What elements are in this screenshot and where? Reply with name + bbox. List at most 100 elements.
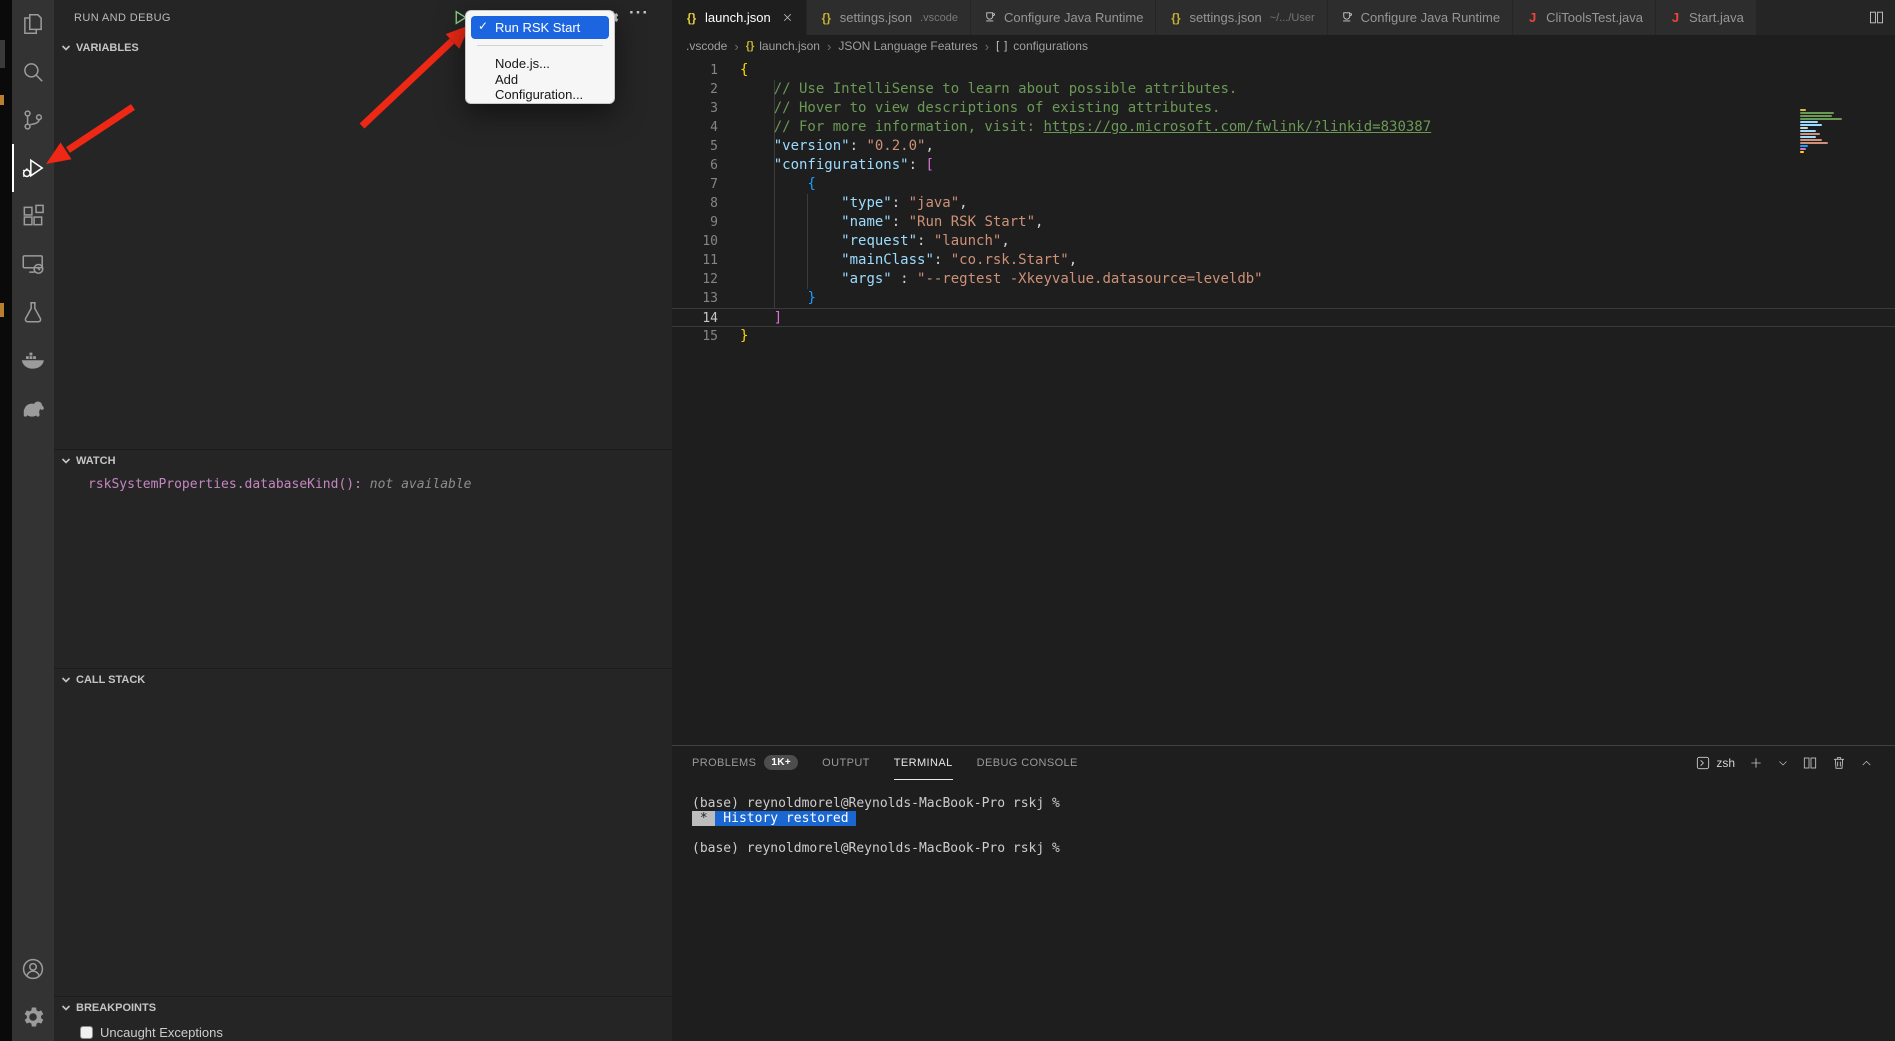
panel-tab-label: PROBLEMS xyxy=(692,757,756,769)
line-content: { xyxy=(740,175,816,194)
tab-label: launch.json xyxy=(705,10,771,25)
extensions-icon xyxy=(20,203,46,229)
call-stack-section-header[interactable]: CALL STACK xyxy=(54,669,672,691)
remote-explorer-icon xyxy=(20,251,46,277)
kill-terminal-trash-icon[interactable] xyxy=(1831,755,1847,771)
line-content: "mainClass": "co.rsk.Start", xyxy=(740,251,1077,270)
watch-expression-row[interactable]: rskSystemProperties.databaseKind(): not … xyxy=(54,472,672,492)
breadcrumb-item-json-language-features[interactable]: JSON Language Features xyxy=(838,39,977,53)
terminal-blank-line xyxy=(692,826,1895,841)
chevron-down-icon xyxy=(60,42,72,54)
code-line-6: 6 "configurations": [ xyxy=(672,156,1895,175)
panel-tab-problems[interactable]: PROBLEMS 1K+ xyxy=(692,746,798,780)
watch-label: WATCH xyxy=(76,455,116,467)
activity-bar-item-docker[interactable] xyxy=(12,336,54,384)
line-content: // For more information, visit: https://… xyxy=(740,118,1431,137)
panel-tab-output[interactable]: OUTPUT xyxy=(822,746,870,780)
line-number: 8 xyxy=(672,194,718,213)
panel-tab-terminal[interactable]: TERMINAL xyxy=(894,746,953,780)
run-and-debug-icon xyxy=(20,155,46,181)
panel-tab-debug-console[interactable]: DEBUG CONSOLE xyxy=(977,746,1078,780)
activity-bar-item-explorer[interactable] xyxy=(12,0,54,48)
activity-bar-item-run-and-debug[interactable] xyxy=(12,144,54,192)
tab-label: settings.json xyxy=(1189,10,1261,25)
tab-launch-json[interactable]: {}launch.json xyxy=(672,0,807,35)
accounts-icon xyxy=(20,956,46,982)
java-file-icon: J xyxy=(1668,10,1683,25)
menu-item-run-rsk-start[interactable]: ✓Run RSK Start xyxy=(471,16,609,39)
menu-item-add-configuration-[interactable]: Add Configuration... xyxy=(471,75,609,98)
line-number: 5 xyxy=(672,137,718,156)
tab-configure-java-runtime[interactable]: Configure Java Runtime xyxy=(971,0,1156,35)
terminal-dropdown-chevron-icon[interactable] xyxy=(1777,757,1789,769)
activity-bar-item-testing[interactable] xyxy=(12,288,54,336)
menu-item-label: Node.js... xyxy=(495,56,550,71)
line-number: 1 xyxy=(672,61,718,80)
split-editor-icon[interactable] xyxy=(1868,9,1885,26)
tab-label: settings.json xyxy=(840,10,912,25)
terminal-highlight-segment: History restored xyxy=(715,811,856,826)
activity-bar-item-extensions[interactable] xyxy=(12,192,54,240)
code-line-12: 12 "args" : "--regtest -Xkeyvalue.dataso… xyxy=(672,270,1895,289)
code-editor[interactable]: 1{2 // Use IntelliSense to learn about p… xyxy=(672,57,1895,745)
code-line-13: 13 } xyxy=(672,289,1895,308)
tab-clitoolstest-java[interactable]: J CliToolsTest.java xyxy=(1513,0,1656,35)
line-content: { xyxy=(740,61,748,80)
line-content: "type": "java", xyxy=(740,194,968,213)
code-lines: 1{2 // Use IntelliSense to learn about p… xyxy=(672,61,1895,346)
panel-tab-label: OUTPUT xyxy=(822,757,870,769)
tab-start-java[interactable]: JStart.java xyxy=(1656,0,1757,35)
uncaught-exceptions-checkbox[interactable] xyxy=(80,1026,93,1039)
code-line-1: 1{ xyxy=(672,61,1895,80)
watch-section-header[interactable]: WATCH xyxy=(54,450,672,472)
menu-separator xyxy=(477,45,603,46)
code-line-3: 3 // Hover to view descriptions of exist… xyxy=(672,99,1895,118)
variables-label: VARIABLES xyxy=(76,42,139,54)
maximize-panel-chevron-icon[interactable] xyxy=(1860,757,1873,770)
java-file-icon: J xyxy=(1525,10,1540,25)
minimap[interactable] xyxy=(1800,109,1872,154)
line-content: ] xyxy=(740,309,782,326)
watch-section: WATCH rskSystemProperties.databaseKind()… xyxy=(54,449,672,668)
panel-tab-label: TERMINAL xyxy=(894,757,953,769)
java-runtime-cup-icon xyxy=(983,10,998,25)
activity-bar-item-gradle[interactable] xyxy=(12,384,54,432)
chevron-down-icon xyxy=(60,1002,72,1014)
code-line-10: 10 "request": "launch", xyxy=(672,232,1895,251)
terminal-output[interactable]: (base) reynoldmorel@Reynolds-MacBook-Pro… xyxy=(672,780,1895,856)
tab-label: CliToolsTest.java xyxy=(1546,10,1643,25)
split-terminal-icon[interactable] xyxy=(1802,755,1818,771)
activity-bar-bottom xyxy=(12,945,54,1041)
line-number: 6 xyxy=(672,156,718,175)
chevron-down-icon xyxy=(60,674,72,686)
breadcrumb-separator: › xyxy=(827,39,831,54)
close-icon[interactable] xyxy=(781,11,794,24)
activity-bar-item-search[interactable] xyxy=(12,48,54,96)
breadcrumb-separator: › xyxy=(985,39,989,54)
activity-bar-item-settings[interactable] xyxy=(12,993,54,1041)
breadcrumb-item--vscode[interactable]: .vscode xyxy=(686,39,727,53)
breakpoint-row: Uncaught Exceptions xyxy=(54,1019,672,1040)
activity-bar-item-remote-explorer[interactable] xyxy=(12,240,54,288)
run-and-debug-sidebar: RUN AND DEBUG ··· VARIABLES WATCH rskSys… xyxy=(54,0,672,1041)
breadcrumb-item-configurations[interactable]: [ ]configurations xyxy=(996,39,1088,53)
panel-header: PROBLEMS 1K+ OUTPUT TERMINAL DEBUG CONSOLE z… xyxy=(672,746,1895,780)
java-runtime-cup-icon xyxy=(1340,10,1355,25)
terminal-shell-chip[interactable]: zsh xyxy=(1695,755,1735,771)
tab-configure-java-runtime[interactable]: Configure Java Runtime xyxy=(1328,0,1513,35)
breadcrumb-item-launch-json[interactable]: {}launch.json xyxy=(746,39,820,53)
more-actions-icon[interactable]: ··· xyxy=(629,3,649,23)
json-file-icon: {} xyxy=(819,11,834,25)
screen-fragment xyxy=(0,95,4,105)
breakpoints-section-header[interactable]: BREAKPOINTS xyxy=(54,997,672,1019)
problems-count-badge: 1K+ xyxy=(764,755,798,770)
terminal-line: (base) reynoldmorel@Reynolds-MacBook-Pro… xyxy=(692,796,1895,811)
tab-settings-json[interactable]: {}settings.json.vscode xyxy=(807,0,971,35)
screen-fragment xyxy=(0,303,4,317)
activity-bar-item-source-control[interactable] xyxy=(12,96,54,144)
tab-settings-json[interactable]: {}settings.json~/.../User xyxy=(1156,0,1327,35)
breadcrumb-text: .vscode xyxy=(686,39,727,53)
new-terminal-icon[interactable] xyxy=(1748,755,1764,771)
activity-bar-item-accounts[interactable] xyxy=(12,945,54,993)
tabs: {}launch.json{}settings.json.vscodeConfi… xyxy=(672,0,1757,35)
